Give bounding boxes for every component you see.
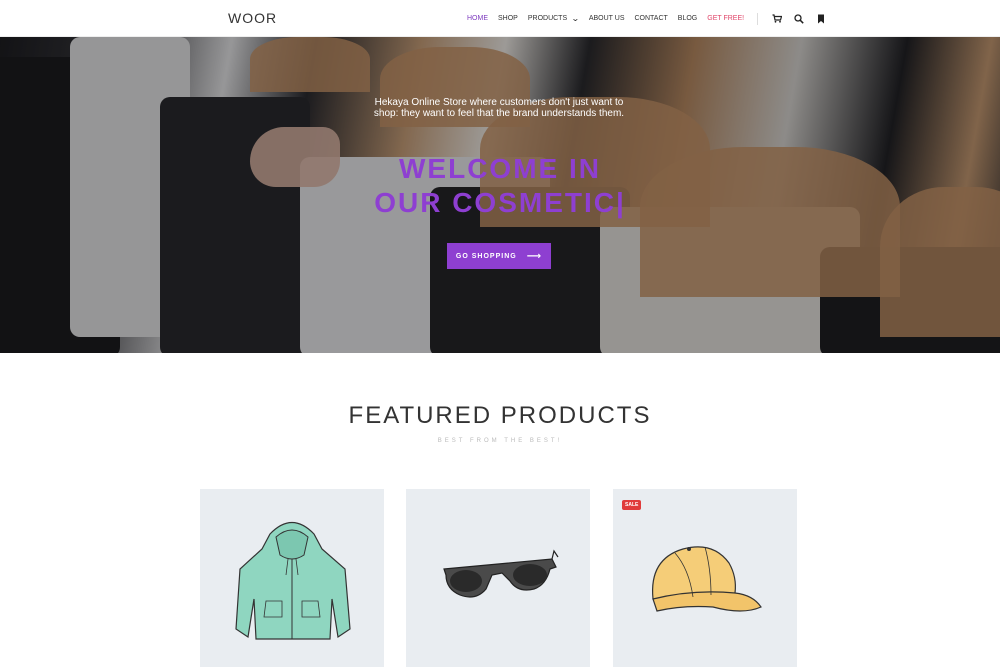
nav-get-free[interactable]: GET FREE! bbox=[707, 15, 744, 22]
nav-shop-label: SHOP bbox=[498, 15, 518, 22]
sunglasses-image bbox=[443, 549, 559, 598]
hero-title-line2: OUR COSMETIC| bbox=[374, 187, 626, 218]
nav-blog[interactable]: BLOG bbox=[678, 15, 697, 22]
featured-title: FEATURED PRODUCTS bbox=[348, 402, 652, 429]
site-header: WOOR HOME SHOP PRODUCTS ⌄ ABOUT US CONTAC… bbox=[0, 0, 1000, 37]
nav-about-label: ABOUT US bbox=[588, 15, 625, 22]
product-card-hoodie[interactable] bbox=[200, 489, 384, 667]
nav-products[interactable]: PRODUCTS ⌄ bbox=[527, 14, 580, 23]
nav-blog-label: BLOG bbox=[677, 15, 698, 22]
go-shopping-button[interactable]: GO SHOPPING ⟶ bbox=[447, 243, 551, 269]
main-nav: HOME SHOP PRODUCTS ⌄ ABOUT US CONTACT BLO… bbox=[462, 0, 832, 37]
hero-title: WELCOME IN OUR COSMETIC| bbox=[340, 152, 660, 220]
nav-about[interactable]: ABOUT US bbox=[589, 15, 625, 22]
nav-home-label: HOME bbox=[467, 15, 488, 22]
nav-products-label: PRODUCTS bbox=[527, 15, 568, 22]
nav-contact-label: CONTACT bbox=[634, 15, 668, 22]
search-icon[interactable] bbox=[791, 11, 807, 27]
product-card-cap[interactable]: SALE bbox=[613, 489, 797, 667]
nav-shop[interactable]: SHOP bbox=[498, 15, 518, 22]
nav-divider bbox=[757, 12, 759, 25]
nav-contact[interactable]: CONTACT bbox=[634, 15, 667, 22]
hero-title-line1: WELCOME IN bbox=[399, 153, 601, 184]
site-logo[interactable]: WOOR bbox=[228, 10, 277, 26]
bookmark-icon[interactable] bbox=[813, 11, 829, 27]
go-shopping-label: GO SHOPPING bbox=[455, 252, 517, 260]
featured-subtitle: BEST FROM THE BEST! bbox=[437, 438, 563, 444]
cart-icon[interactable] bbox=[769, 11, 785, 27]
product-card-sunglasses[interactable] bbox=[406, 489, 590, 667]
hoodie-image bbox=[235, 521, 351, 640]
nav-home[interactable]: HOME bbox=[467, 15, 488, 22]
chevron-down-icon: ⌄ bbox=[571, 14, 580, 23]
hero-banner: Hekaya Online Store where customers don'… bbox=[0, 37, 1000, 353]
cap-image bbox=[651, 546, 762, 612]
hero-tagline: Hekaya Online Store where customers don'… bbox=[373, 97, 625, 119]
nav-get-free-label: GET FREE! bbox=[707, 15, 745, 22]
arrow-right-icon: ⟶ bbox=[526, 250, 543, 262]
